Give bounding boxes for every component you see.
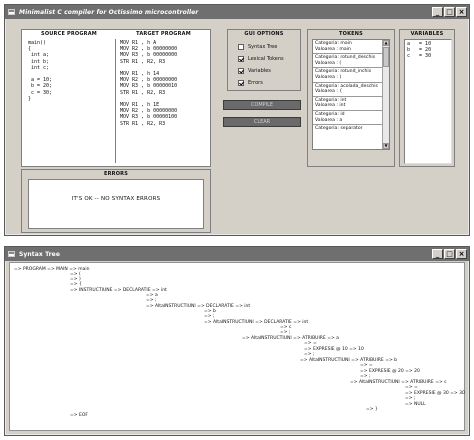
tree-node: => ;	[405, 396, 416, 401]
tree-node: => AltaINSTRUCTIUNI => DECLARATIE => int	[146, 304, 251, 309]
minimize-button[interactable]: _	[432, 249, 443, 259]
compile-button[interactable]: COMPILE	[223, 100, 301, 110]
minimize-button[interactable]: _	[432, 7, 443, 17]
window-icon	[8, 9, 15, 15]
tokens-title: TOKENS	[339, 31, 363, 37]
tree-node: => AltaINSTRUCTIUNI => ATRIBUIRE => a	[242, 336, 339, 341]
token-item[interactable]: Categoria: separator	[313, 125, 389, 133]
gui-options-panel: GUI OPTIONS Syntax Tree Lexical Tokens V…	[227, 29, 301, 91]
option-variables[interactable]: Variables	[238, 68, 271, 74]
window-title: Minimalist C compiler for Octissimo micr…	[19, 8, 199, 16]
errors-message: IT'S OK -- NO SYNTAX ERRORS	[71, 196, 161, 202]
variables-panel: VARIABLES a = 10 b = 20 c = 30	[399, 29, 455, 167]
window-controls: _ □ ×	[432, 249, 467, 259]
option-errors[interactable]: Errors	[238, 80, 263, 86]
source-code-area[interactable]: main() { int a; int b; int c; a = 10; b …	[26, 39, 112, 163]
tree-node: => ;	[304, 352, 315, 357]
variables-title: VARIABLES	[410, 31, 444, 37]
syntax-tree-window: Syntax Tree _ □ × => PROGRAM => MAIN => …	[4, 246, 470, 436]
close-button[interactable]: ×	[456, 7, 467, 17]
syntax-tree-checkbox[interactable]	[238, 44, 244, 50]
maximize-button[interactable]: □	[444, 249, 455, 259]
token-item[interactable]: Categoria: id Valoarea : a	[313, 111, 389, 126]
token-item[interactable]: Categoria: acolada_deschis Valoarea : {	[313, 83, 389, 97]
syntax-titlebar[interactable]: Syntax Tree _ □ ×	[5, 247, 469, 261]
errors-box: IT'S OK -- NO SYNTAX ERRORS	[28, 179, 204, 229]
token-item[interactable]: Categoria: main Valoarea : main	[313, 40, 389, 55]
gui-options-title: GUI OPTIONS	[244, 31, 284, 37]
target-code-area[interactable]: MOV R1 , h A MOV R2 , b 00000000 MOV R3 …	[118, 39, 208, 163]
program-panel: SOURCE PROGRAM TARGET PROGRAM main() { i…	[21, 29, 211, 167]
compiler-window: Minimalist C compiler for Octissimo micr…	[4, 4, 470, 236]
option-label: Errors	[248, 80, 263, 86]
errors-checkbox[interactable]	[238, 80, 244, 86]
tree-node: => =	[405, 385, 418, 390]
variables-list[interactable]: a = 10 b = 20 c = 30	[404, 39, 452, 164]
window-controls: _ □ ×	[432, 7, 467, 17]
option-label: Lexical Tokens	[248, 56, 284, 62]
scroll-thumb[interactable]	[383, 47, 389, 67]
token-item[interactable]: Categoria: int Valoarea : int	[313, 97, 389, 111]
option-label: Syntax Tree	[248, 44, 278, 50]
tree-node: => =	[304, 341, 317, 346]
tree-node: => {	[70, 282, 82, 287]
program-divider	[115, 39, 116, 163]
variables-checkbox[interactable]	[238, 68, 244, 74]
tree-node: => NULL	[405, 402, 426, 407]
tree-node: => =	[360, 363, 373, 368]
tree-node: => }	[366, 407, 378, 412]
token-item[interactable]: Categoria: rotund_deschis Valoarea : (	[313, 54, 389, 69]
tree-node: => EOF	[70, 413, 88, 418]
target-code: MOV R1 , h A MOV R2 , b 00000000 MOV R3 …	[120, 40, 178, 127]
tokens-list[interactable]: Categoria: main Valoarea : main Categoria…	[312, 39, 390, 150]
maximize-button[interactable]: □	[444, 7, 455, 17]
variable-item: c = 30	[407, 53, 432, 60]
lexical-tokens-checkbox[interactable]	[238, 56, 244, 62]
tree-node: => AltaINSTRUCTIUNI => ATRIBUIRE => c	[350, 380, 447, 385]
scroll-up-icon[interactable]: ▲	[383, 40, 389, 46]
target-program-title: TARGET PROGRAM	[136, 31, 191, 37]
variable-item: a = 10	[407, 41, 432, 47]
syntax-tree-area[interactable]: => PROGRAM => MAIN => main => ( => ) => …	[9, 262, 465, 431]
window-title: Syntax Tree	[19, 250, 61, 258]
option-label: Variables	[248, 68, 271, 74]
option-syntax-tree[interactable]: Syntax Tree	[238, 44, 277, 50]
close-button[interactable]: ×	[456, 249, 467, 259]
window-icon	[8, 251, 15, 257]
tokens-panel: TOKENS Categoria: main Valoarea : main Ca…	[307, 29, 395, 167]
token-item[interactable]: Categoria: rotund_inchis Valoarea : )	[313, 68, 389, 83]
option-lexical-tokens[interactable]: Lexical Tokens	[238, 56, 284, 62]
errors-panel: ERRORS IT'S OK -- NO SYNTAX ERRORS	[21, 169, 211, 233]
tokens-scrollbar[interactable]: ▲ ▼	[382, 40, 389, 149]
source-code: main() { int a; int b; int c; a = 10; b …	[28, 40, 53, 102]
tree-node: => ;	[360, 374, 371, 379]
tree-node: => ;	[280, 330, 291, 335]
source-program-title: SOURCE PROGRAM	[41, 31, 97, 37]
errors-title: ERRORS	[103, 171, 129, 177]
compiler-titlebar[interactable]: Minimalist C compiler for Octissimo micr…	[5, 5, 469, 19]
tree-node: => AltaINSTRUCTIUNI => DECLARATIE => int	[204, 320, 309, 325]
tree-node: => ;	[146, 298, 157, 303]
clear-button[interactable]: CLEAR	[223, 117, 301, 127]
scroll-down-icon[interactable]: ▼	[383, 143, 389, 149]
tree-node: => AltaINSTRUCTIUNI => ATRIBUIRE => b	[300, 358, 398, 363]
tree-node: => ;	[204, 314, 215, 319]
